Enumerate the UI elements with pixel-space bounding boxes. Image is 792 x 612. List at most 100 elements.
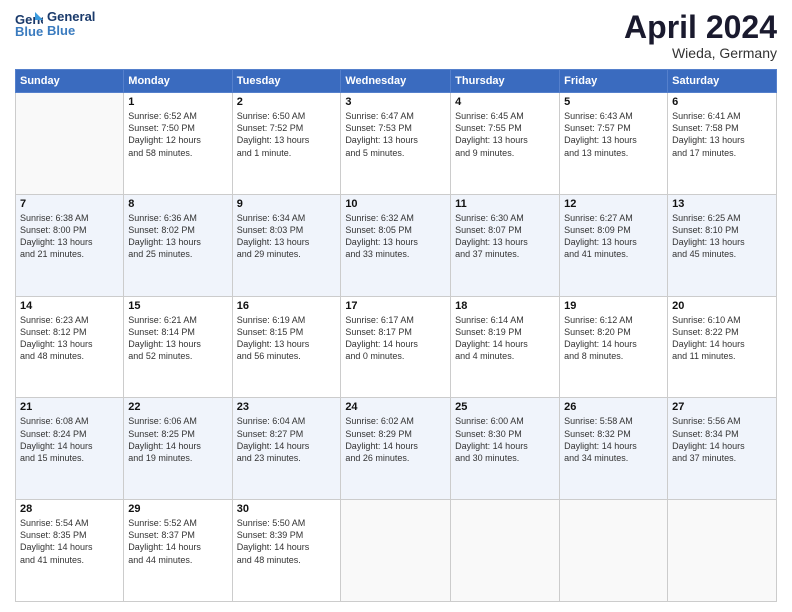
cell-info: Sunrise: 6:06 AM Sunset: 8:25 PM Dayligh… [128, 415, 227, 464]
day-number: 1 [128, 96, 227, 108]
calendar-cell: 5 Sunrise: 6:43 AM Sunset: 7:57 PM Daylig… [560, 93, 668, 195]
calendar-cell: 18Sunrise: 6:14 AM Sunset: 8:19 PM Dayli… [451, 296, 560, 398]
day-number: 7 [20, 198, 119, 210]
cell-info: Sunrise: 6:47 AM Sunset: 7:53 PM Dayligh… [345, 110, 446, 159]
day-number: 5 [564, 96, 663, 108]
col-header-wednesday: Wednesday [341, 70, 451, 93]
day-number: 22 [128, 401, 227, 413]
calendar-cell: 8Sunrise: 6:36 AM Sunset: 8:02 PM Daylig… [124, 194, 232, 296]
day-number: 2 [237, 96, 337, 108]
day-number: 16 [237, 300, 337, 312]
calendar-header-row: SundayMondayTuesdayWednesdayThursdayFrid… [16, 70, 777, 93]
cell-info: Sunrise: 6:04 AM Sunset: 8:27 PM Dayligh… [237, 415, 337, 464]
calendar-cell: 24 Sunrise: 6:02 AM Sunset: 8:29 PM Dayli… [341, 398, 451, 500]
calendar-week-row: 1Sunrise: 6:52 AM Sunset: 7:50 PM Daylig… [16, 93, 777, 195]
cell-info: Sunrise: 5:58 AM Sunset: 8:32 PM Dayligh… [564, 415, 663, 464]
cell-info: Sunrise: 6:12 AM Sunset: 8:20 PM Dayligh… [564, 314, 663, 363]
calendar-cell [16, 93, 124, 195]
calendar-cell: 14Sunrise: 6:23 AM Sunset: 8:12 PM Dayli… [16, 296, 124, 398]
day-number: 29 [128, 503, 227, 515]
cell-info: Sunrise: 6:23 AM Sunset: 8:12 PM Dayligh… [20, 314, 119, 363]
svg-text:Blue: Blue [15, 24, 43, 38]
day-number: 13 [672, 198, 772, 210]
cell-info: Sunrise: 6:34 AM Sunset: 8:03 PM Dayligh… [237, 212, 337, 261]
calendar-table: SundayMondayTuesdayWednesdayThursdayFrid… [15, 69, 777, 602]
cell-info: Sunrise: 6:17 AM Sunset: 8:17 PM Dayligh… [345, 314, 446, 363]
calendar-cell: 12 Sunrise: 6:27 AM Sunset: 8:09 PM Dayli… [560, 194, 668, 296]
logo-blue: Blue [47, 24, 95, 38]
day-number: 9 [237, 198, 337, 210]
calendar-cell: 26 Sunrise: 5:58 AM Sunset: 8:32 PM Dayli… [560, 398, 668, 500]
cell-info: Sunrise: 6:08 AM Sunset: 8:24 PM Dayligh… [20, 415, 119, 464]
day-number: 3 [345, 96, 446, 108]
cell-info: Sunrise: 6:43 AM Sunset: 7:57 PM Dayligh… [564, 110, 663, 159]
calendar-cell: 1Sunrise: 6:52 AM Sunset: 7:50 PM Daylig… [124, 93, 232, 195]
cell-info: Sunrise: 6:38 AM Sunset: 8:00 PM Dayligh… [20, 212, 119, 261]
page: General Blue General Blue April 2024 Wie… [0, 0, 792, 612]
calendar-week-row: 21 Sunrise: 6:08 AM Sunset: 8:24 PM Dayli… [16, 398, 777, 500]
cell-info: Sunrise: 6:21 AM Sunset: 8:14 PM Dayligh… [128, 314, 227, 363]
calendar-cell: 23 Sunrise: 6:04 AM Sunset: 8:27 PM Dayli… [232, 398, 341, 500]
cell-info: Sunrise: 5:56 AM Sunset: 8:34 PM Dayligh… [672, 415, 772, 464]
calendar-cell: 22 Sunrise: 6:06 AM Sunset: 8:25 PM Dayli… [124, 398, 232, 500]
col-header-friday: Friday [560, 70, 668, 93]
day-number: 27 [672, 401, 772, 413]
calendar-week-row: 28Sunrise: 5:54 AM Sunset: 8:35 PM Dayli… [16, 500, 777, 602]
calendar-cell: 27 Sunrise: 5:56 AM Sunset: 8:34 PM Dayli… [668, 398, 777, 500]
day-number: 21 [20, 401, 119, 413]
calendar-cell: 11Sunrise: 6:30 AM Sunset: 8:07 PM Dayli… [451, 194, 560, 296]
calendar-cell: 21 Sunrise: 6:08 AM Sunset: 8:24 PM Dayli… [16, 398, 124, 500]
calendar-cell: 20Sunrise: 6:10 AM Sunset: 8:22 PM Dayli… [668, 296, 777, 398]
cell-info: Sunrise: 6:36 AM Sunset: 8:02 PM Dayligh… [128, 212, 227, 261]
calendar-cell: 16 Sunrise: 6:19 AM Sunset: 8:15 PM Dayli… [232, 296, 341, 398]
day-number: 19 [564, 300, 663, 312]
cell-info: Sunrise: 5:52 AM Sunset: 8:37 PM Dayligh… [128, 517, 227, 566]
calendar-cell: 29 Sunrise: 5:52 AM Sunset: 8:37 PM Dayli… [124, 500, 232, 602]
cell-info: Sunrise: 6:50 AM Sunset: 7:52 PM Dayligh… [237, 110, 337, 159]
logo-icon: General Blue [15, 10, 43, 38]
calendar-cell [451, 500, 560, 602]
day-number: 11 [455, 198, 555, 210]
location: Wieda, Germany [624, 45, 777, 61]
cell-info: Sunrise: 6:19 AM Sunset: 8:15 PM Dayligh… [237, 314, 337, 363]
cell-info: Sunrise: 6:27 AM Sunset: 8:09 PM Dayligh… [564, 212, 663, 261]
calendar-cell [341, 500, 451, 602]
col-header-sunday: Sunday [16, 70, 124, 93]
day-number: 12 [564, 198, 663, 210]
day-number: 23 [237, 401, 337, 413]
calendar-cell [560, 500, 668, 602]
calendar-cell: 3 Sunrise: 6:47 AM Sunset: 7:53 PM Daylig… [341, 93, 451, 195]
col-header-thursday: Thursday [451, 70, 560, 93]
cell-info: Sunrise: 6:41 AM Sunset: 7:58 PM Dayligh… [672, 110, 772, 159]
cell-info: Sunrise: 6:45 AM Sunset: 7:55 PM Dayligh… [455, 110, 555, 159]
cell-info: Sunrise: 5:54 AM Sunset: 8:35 PM Dayligh… [20, 517, 119, 566]
day-number: 6 [672, 96, 772, 108]
day-number: 18 [455, 300, 555, 312]
calendar-week-row: 14Sunrise: 6:23 AM Sunset: 8:12 PM Dayli… [16, 296, 777, 398]
logo: General Blue General Blue [15, 10, 95, 39]
calendar-cell: 7 Sunrise: 6:38 AM Sunset: 8:00 PM Daylig… [16, 194, 124, 296]
calendar-cell: 6 Sunrise: 6:41 AM Sunset: 7:58 PM Daylig… [668, 93, 777, 195]
day-number: 26 [564, 401, 663, 413]
calendar-cell: 13 Sunrise: 6:25 AM Sunset: 8:10 PM Dayli… [668, 194, 777, 296]
cell-info: Sunrise: 6:32 AM Sunset: 8:05 PM Dayligh… [345, 212, 446, 261]
cell-info: Sunrise: 6:00 AM Sunset: 8:30 PM Dayligh… [455, 415, 555, 464]
day-number: 10 [345, 198, 446, 210]
calendar-week-row: 7 Sunrise: 6:38 AM Sunset: 8:00 PM Daylig… [16, 194, 777, 296]
calendar-cell: 28Sunrise: 5:54 AM Sunset: 8:35 PM Dayli… [16, 500, 124, 602]
calendar-cell: 2 Sunrise: 6:50 AM Sunset: 7:52 PM Daylig… [232, 93, 341, 195]
day-number: 20 [672, 300, 772, 312]
calendar-cell: 17 Sunrise: 6:17 AM Sunset: 8:17 PM Dayli… [341, 296, 451, 398]
calendar-cell: 9 Sunrise: 6:34 AM Sunset: 8:03 PM Daylig… [232, 194, 341, 296]
calendar-cell: 15Sunrise: 6:21 AM Sunset: 8:14 PM Dayli… [124, 296, 232, 398]
calendar-cell: 4Sunrise: 6:45 AM Sunset: 7:55 PM Daylig… [451, 93, 560, 195]
month-title: April 2024 [624, 10, 777, 45]
cell-info: Sunrise: 6:02 AM Sunset: 8:29 PM Dayligh… [345, 415, 446, 464]
calendar-cell: 25 Sunrise: 6:00 AM Sunset: 8:30 PM Dayli… [451, 398, 560, 500]
cell-info: Sunrise: 6:25 AM Sunset: 8:10 PM Dayligh… [672, 212, 772, 261]
day-number: 24 [345, 401, 446, 413]
day-number: 30 [237, 503, 337, 515]
header: General Blue General Blue April 2024 Wie… [15, 10, 777, 61]
day-number: 25 [455, 401, 555, 413]
day-number: 17 [345, 300, 446, 312]
